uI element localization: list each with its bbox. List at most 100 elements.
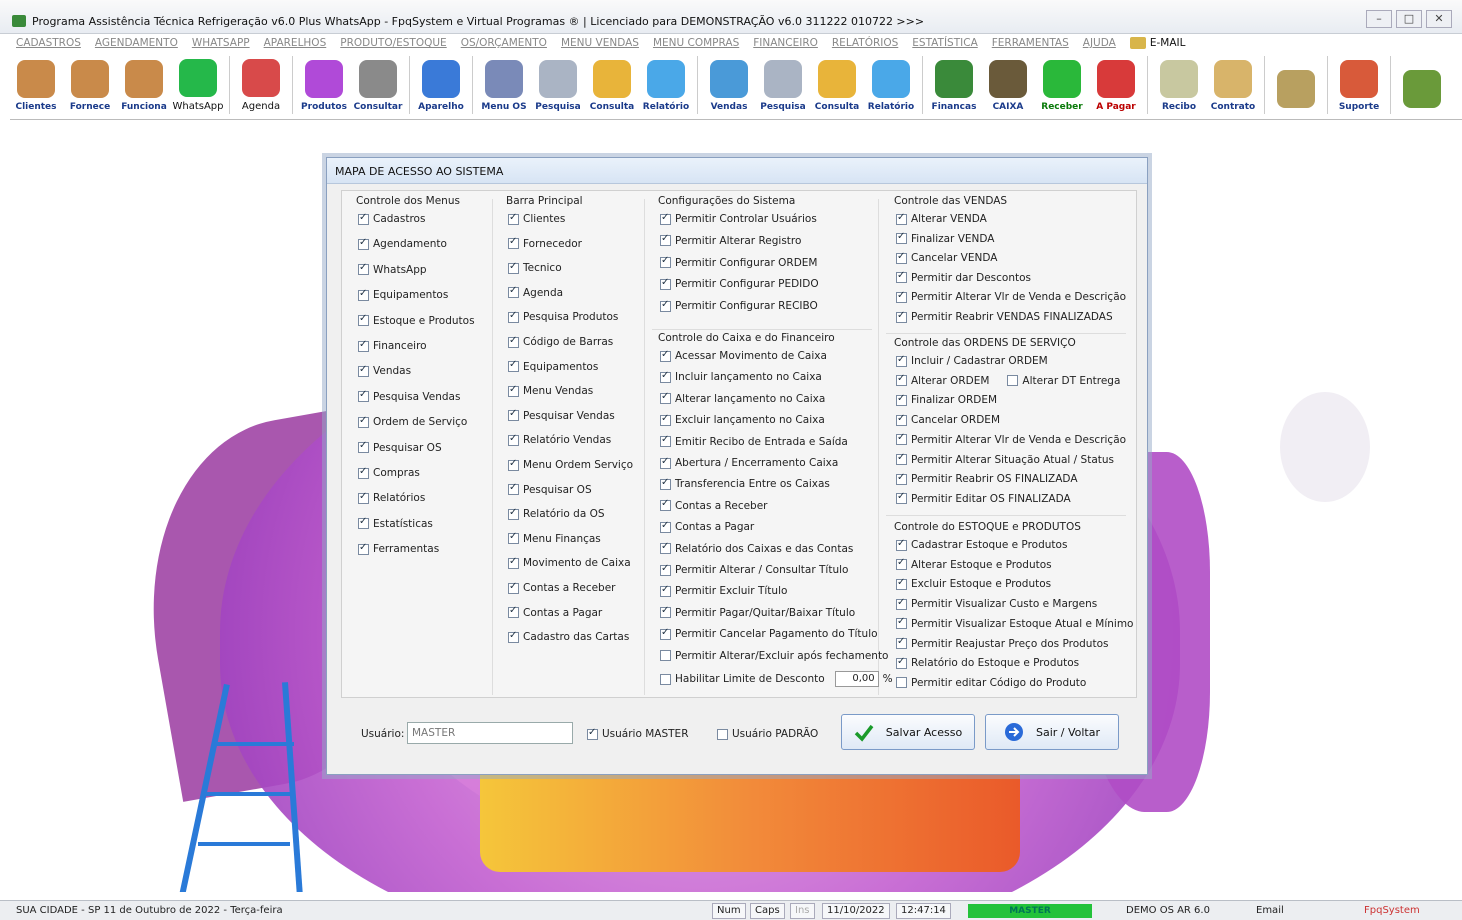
toolbar-button-23[interactable]: Suporte <box>1333 54 1385 116</box>
caixa-checkbox[interactable]: Permitir Alterar/Excluir após fechamento <box>660 650 888 662</box>
toolbar-button-17[interactable]: CAIXA <box>982 54 1034 116</box>
ordens-checkbox[interactable]: Alterar ORDEM Alterar DT Entrega <box>896 373 1120 387</box>
checkbox-box[interactable] <box>660 673 671 685</box>
menu-item-5[interactable]: OS/ORÇAMENTO <box>461 37 547 49</box>
toolbar-button-11[interactable]: Relatório <box>640 54 692 116</box>
checkbox-box[interactable] <box>660 650 671 662</box>
toolbar-button-5[interactable]: Produtos <box>298 54 350 116</box>
caixa-checkbox[interactable]: Excluir lançamento no Caixa <box>660 413 825 426</box>
barra-checkbox[interactable]: Relatório da OS <box>508 507 605 520</box>
checkbox-box[interactable] <box>358 542 369 555</box>
toolbar-button-7[interactable]: Aparelho <box>415 54 467 116</box>
menu-item-11[interactable]: FERRAMENTAS <box>992 37 1069 49</box>
barra-checkbox[interactable]: Pesquisar Vendas <box>508 408 615 422</box>
toolbar-button-15[interactable]: Relatório <box>865 54 917 116</box>
barra-checkbox[interactable]: Código de Barras <box>508 335 613 348</box>
toolbar-button-2[interactable]: Funciona <box>118 54 170 116</box>
checkbox-box[interactable] <box>358 212 369 225</box>
estoque-checkbox[interactable]: Alterar Estoque e Produtos <box>896 557 1052 571</box>
checkbox-box[interactable] <box>508 630 519 643</box>
checkbox-box[interactable] <box>358 440 369 454</box>
checkbox-box[interactable] <box>508 507 519 520</box>
menus-checkbox[interactable]: Pesquisa Vendas <box>358 389 460 403</box>
checkbox-box[interactable] <box>896 677 907 689</box>
caixa-checkbox[interactable]: Acessar Movimento de Caixa <box>660 349 827 362</box>
checkbox-box[interactable] <box>896 290 907 303</box>
menu-item-3[interactable]: APARELHOS <box>264 37 327 49</box>
menus-checkbox[interactable]: Ferramentas <box>358 542 439 555</box>
vendas-checkbox[interactable]: Finalizar VENDA <box>896 231 994 245</box>
caixa-checkbox[interactable]: Transferencia Entre os Caixas <box>660 477 830 490</box>
checkbox-box[interactable] <box>660 370 671 383</box>
estoque-checkbox[interactable]: Permitir editar Código do Produto <box>896 677 1086 689</box>
checkbox-box[interactable] <box>896 270 907 284</box>
checkbox-box[interactable] <box>896 472 907 485</box>
alterar-dt-entrega-checkbox[interactable]: Alterar DT Entrega <box>1007 375 1120 387</box>
checkbox-box[interactable] <box>660 434 671 448</box>
checkbox-box[interactable] <box>508 482 519 496</box>
barra-checkbox[interactable]: Agenda <box>508 285 563 299</box>
toolbar-button-4[interactable]: Agenda <box>235 54 287 116</box>
checkbox-box[interactable] <box>896 557 907 571</box>
menu-item-10[interactable]: ESTATÍSTICA <box>912 37 977 49</box>
toolbar-button-22[interactable] <box>1270 54 1322 116</box>
toolbar-button-24[interactable] <box>1396 54 1448 116</box>
usuario-master-checkbox[interactable]: Usuário MASTER <box>587 727 689 740</box>
checkbox-box[interactable] <box>660 605 671 619</box>
caixa-checkbox[interactable]: Permitir Pagar/Quitar/Baixar Título <box>660 605 855 619</box>
config-checkbox[interactable]: Permitir Configurar ORDEM <box>660 255 817 269</box>
checkbox-box[interactable] <box>896 491 907 505</box>
checkbox-box[interactable] <box>508 556 519 569</box>
menus-checkbox[interactable]: Vendas <box>358 364 411 377</box>
toolbar-button-14[interactable]: Consulta <box>811 54 863 116</box>
caixa-checkbox[interactable]: Alterar lançamento no Caixa <box>660 391 825 405</box>
ordens-checkbox[interactable]: Permitir Editar OS FINALIZADA <box>896 491 1071 505</box>
ordens-checkbox[interactable]: Cancelar ORDEM <box>896 413 1000 426</box>
caixa-checkbox[interactable]: Abertura / Encerramento Caixa <box>660 456 838 469</box>
toolbar-button-6[interactable]: Consultar <box>352 54 404 116</box>
caixa-checkbox[interactable]: Permitir Excluir Título <box>660 584 787 597</box>
barra-checkbox[interactable]: Pesquisa Produtos <box>508 310 618 323</box>
checkbox-box[interactable] <box>358 237 369 250</box>
checkbox-box[interactable] <box>508 261 519 274</box>
checkbox-box[interactable] <box>660 498 671 512</box>
caixa-checkbox[interactable]: Permitir Cancelar Pagamento do Título <box>660 627 878 640</box>
checkbox-box[interactable] <box>660 520 671 533</box>
menus-checkbox[interactable]: Ordem de Serviço <box>358 415 467 428</box>
menus-checkbox[interactable]: Estatísticas <box>358 516 433 530</box>
menus-checkbox[interactable]: Relatórios <box>358 491 425 504</box>
barra-checkbox[interactable]: Movimento de Caixa <box>508 556 631 569</box>
checkbox-box[interactable] <box>358 339 369 352</box>
checkbox-box[interactable] <box>358 288 369 301</box>
checkbox-box[interactable] <box>508 310 519 323</box>
checkbox-box[interactable] <box>508 359 519 373</box>
checkbox-box[interactable] <box>508 335 519 348</box>
caixa-checkbox[interactable]: Incluir lançamento no Caixa <box>660 370 822 383</box>
checkbox-box[interactable] <box>660 212 671 225</box>
menus-checkbox[interactable]: Agendamento <box>358 237 447 250</box>
checkbox-box[interactable] <box>508 285 519 299</box>
checkbox-box[interactable] <box>1007 375 1019 387</box>
barra-checkbox[interactable]: Menu Finanças <box>508 531 601 545</box>
caixa-checkbox[interactable]: Relatório dos Caixas e das Contas <box>660 541 853 555</box>
checkbox-box[interactable] <box>508 605 519 619</box>
caixa-checkbox[interactable]: Emitir Recibo de Entrada e Saída <box>660 434 848 448</box>
checkbox-box[interactable] <box>896 636 907 649</box>
config-checkbox[interactable]: Permitir Configurar PEDIDO <box>660 277 819 290</box>
checkbox-box[interactable] <box>896 656 907 669</box>
menus-checkbox[interactable]: Financeiro <box>358 339 427 352</box>
checkbox-box[interactable] <box>896 373 907 387</box>
checkbox-box[interactable] <box>508 384 519 397</box>
toolbar-button-8[interactable]: Menu OS <box>478 54 530 116</box>
barra-checkbox[interactable]: Pesquisar OS <box>508 482 592 496</box>
caixa-checkbox[interactable]: Contas a Receber <box>660 498 768 512</box>
toolbar-button-21[interactable]: Contrato <box>1207 54 1259 116</box>
checkbox-box[interactable] <box>896 393 907 406</box>
close-button[interactable]: ✕ <box>1426 10 1452 28</box>
checkbox-box[interactable] <box>508 212 519 225</box>
barra-checkbox[interactable]: Cadastro das Cartas <box>508 630 629 643</box>
checkbox-box[interactable] <box>587 727 598 740</box>
checkbox-box[interactable] <box>896 452 907 465</box>
estoque-checkbox[interactable]: Permitir Visualizar Estoque Atual e Míni… <box>896 616 1133 630</box>
menu-item-8[interactable]: FINANCEIRO <box>753 37 818 49</box>
